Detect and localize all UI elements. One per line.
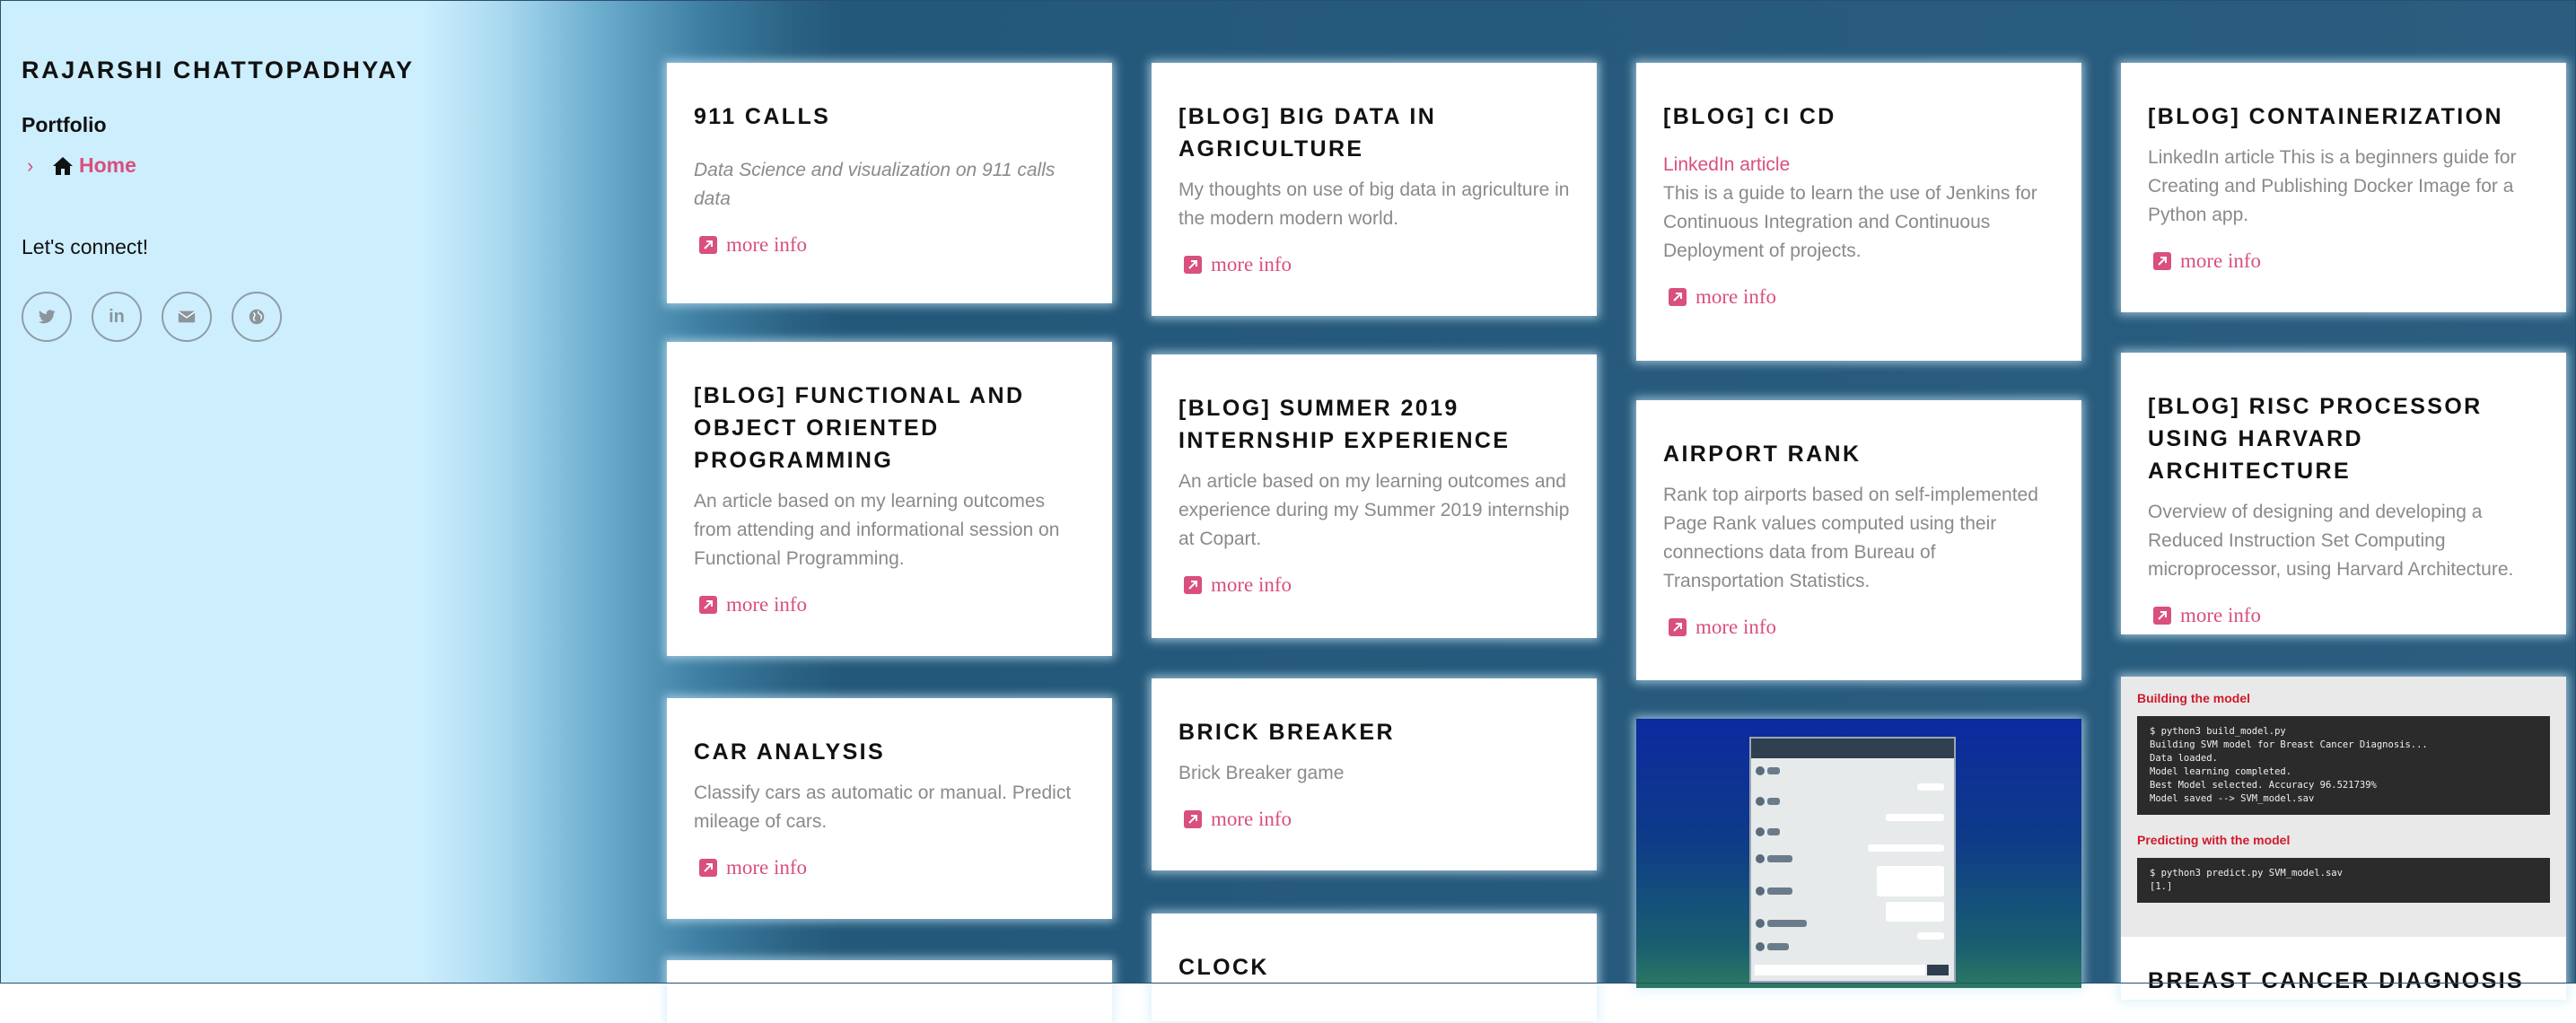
more-info-label: more info <box>726 233 808 256</box>
more-info-label: more info <box>1211 808 1292 830</box>
more-info-link[interactable]: more info <box>1663 616 2055 639</box>
more-info-link[interactable]: more info <box>1178 573 1570 597</box>
project-card-summer-internship: [BLOG] SUMMER 2019 INTERNSHIP EXPERIENCE… <box>1152 354 1597 638</box>
more-info-link[interactable]: more info <box>2148 604 2539 627</box>
card-description: Data Science and visualization on 911 ca… <box>694 160 1056 209</box>
chevron-right-icon: › <box>27 153 34 177</box>
card-description: This is a guide to learn the use of Jenk… <box>1663 183 2037 261</box>
envelope-icon[interactable] <box>162 292 212 342</box>
nav-item-home[interactable]: › Home <box>22 153 560 178</box>
connect-label: Let's connect! <box>22 235 149 258</box>
project-card-big-data-agriculture: [BLOG] BIG DATA IN AGRICULTURE My though… <box>1152 63 1597 316</box>
card-title[interactable]: [BLOG] FUNCTIONAL AND OBJECT ORIENTED PR… <box>694 380 1085 477</box>
more-info-link[interactable]: more info <box>1178 253 1570 276</box>
project-card-ci-cd: [BLOG] CI CD LinkedIn article This is a … <box>1636 63 2081 361</box>
card-title[interactable]: 911 CALLS <box>694 101 1085 133</box>
home-icon <box>53 156 73 175</box>
card-title[interactable]: CAR ANALYSIS <box>694 736 1085 768</box>
external-link-icon <box>699 236 717 254</box>
sidebar: RAJARSHI CHATTOPADHYAY Portfolio › Home … <box>22 54 560 342</box>
globe-icon[interactable] <box>232 292 282 342</box>
external-link-icon <box>1669 288 1687 306</box>
nav-home-label: Home <box>79 153 136 177</box>
card-title[interactable]: [BLOG] RISC PROCESSOR USING HARVARD ARCH… <box>2148 390 2539 487</box>
more-info-label: more info <box>1695 616 1777 638</box>
more-info-link[interactable]: more info <box>694 856 1085 879</box>
card-description: An article based on my learning outcomes… <box>1178 471 1570 549</box>
project-card-car-analysis: CAR ANALYSIS Classify cars as automatic … <box>667 698 1112 919</box>
more-info-label: more info <box>2180 249 2262 272</box>
external-link-icon <box>699 596 717 614</box>
external-link-icon <box>1669 618 1687 636</box>
card-description: Brick Breaker game <box>1178 763 1345 783</box>
card-title[interactable]: BRICK BREAKER <box>1178 716 1570 748</box>
chat-header <box>1751 739 1954 758</box>
more-info-label: more info <box>726 593 808 616</box>
project-image-chat-app[interactable] <box>1636 719 2081 988</box>
external-link-icon <box>1184 256 1202 274</box>
card-title[interactable]: BREAST CANCER DIAGNOSIS <box>2148 968 2524 994</box>
more-info-link[interactable]: more info <box>1178 808 1570 831</box>
card-description: Rank top airports based on self-implemen… <box>1663 485 2038 591</box>
more-info-link[interactable]: more info <box>1663 285 2055 309</box>
card-description: An article based on my learning outcomes… <box>694 491 1060 569</box>
linkedin-icon[interactable]: in <box>92 292 142 342</box>
external-link-icon <box>2153 252 2171 270</box>
more-info-link[interactable]: more info <box>694 593 1085 616</box>
card-title[interactable]: [BLOG] BIG DATA IN AGRICULTURE <box>1178 101 1570 165</box>
more-info-label: more info <box>1695 285 1777 308</box>
social-links: in <box>22 292 560 342</box>
more-info-link[interactable]: more info <box>694 233 1085 257</box>
project-card-brick-breaker: BRICK BREAKER Brick Breaker game more in… <box>1152 678 1597 870</box>
more-info-label: more info <box>726 856 808 879</box>
site-title[interactable]: RAJARSHI CHATTOPADHYAY <box>22 54 560 86</box>
card-description: LinkedIn article This is a beginners gui… <box>2148 147 2517 225</box>
build-model-heading: Building the model <box>2137 691 2250 705</box>
portfolio-label: Portfolio <box>22 113 107 136</box>
card-title[interactable]: [BLOG] CI CD <box>1663 101 2055 133</box>
chat-bubbles <box>1755 766 1949 975</box>
chat-screenshot <box>1749 737 1956 983</box>
more-info-label: more info <box>2180 604 2262 626</box>
project-card-breast-cancer: Building the model $ python3 build_model… <box>2121 677 2566 1000</box>
more-info-label: more info <box>1211 573 1292 596</box>
project-card-partial <box>667 960 1112 1023</box>
card-title[interactable]: CLOCK <box>1178 951 1570 984</box>
project-card-clock: CLOCK <box>1152 914 1597 1021</box>
card-title[interactable]: AIRPORT RANK <box>1663 438 2055 470</box>
card-title[interactable]: [BLOG] SUMMER 2019 INTERNSHIP EXPERIENCE <box>1178 392 1570 457</box>
project-card-risc-processor: [BLOG] RISC PROCESSOR USING HARVARD ARCH… <box>2121 353 2566 634</box>
project-card-containerization: [BLOG] CONTAINERIZATION LinkedIn article… <box>2121 63 2566 312</box>
predict-heading: Predicting with the model <box>2137 833 2291 847</box>
external-link-icon <box>699 859 717 877</box>
more-info-label: more info <box>1211 253 1292 275</box>
project-card-functional-programming: [BLOG] FUNCTIONAL AND OBJECT ORIENTED PR… <box>667 342 1112 656</box>
linkedin-article-link[interactable]: LinkedIn article <box>1663 151 2055 179</box>
twitter-icon[interactable] <box>22 292 72 342</box>
card-title[interactable]: [BLOG] CONTAINERIZATION <box>2148 101 2539 133</box>
build-terminal-output: $ python3 build_model.py Building SVM mo… <box>2137 716 2550 815</box>
external-link-icon <box>1184 810 1202 828</box>
more-info-link[interactable]: more info <box>2148 249 2539 273</box>
external-link-icon <box>1184 576 1202 594</box>
external-link-icon <box>2153 607 2171 625</box>
project-card-airport-rank: AIRPORT RANK Rank top airports based on … <box>1636 400 2081 680</box>
card-description: My thoughts on use of big data in agricu… <box>1178 179 1570 229</box>
project-card-911-calls: 911 CALLS Data Science and visualization… <box>667 63 1112 303</box>
card-description: Overview of designing and developing a R… <box>2148 502 2514 580</box>
predict-terminal-output: $ python3 predict.py SVM_model.sav [1.] <box>2137 858 2550 903</box>
card-description: Classify cars as automatic or manual. Pr… <box>694 783 1072 832</box>
